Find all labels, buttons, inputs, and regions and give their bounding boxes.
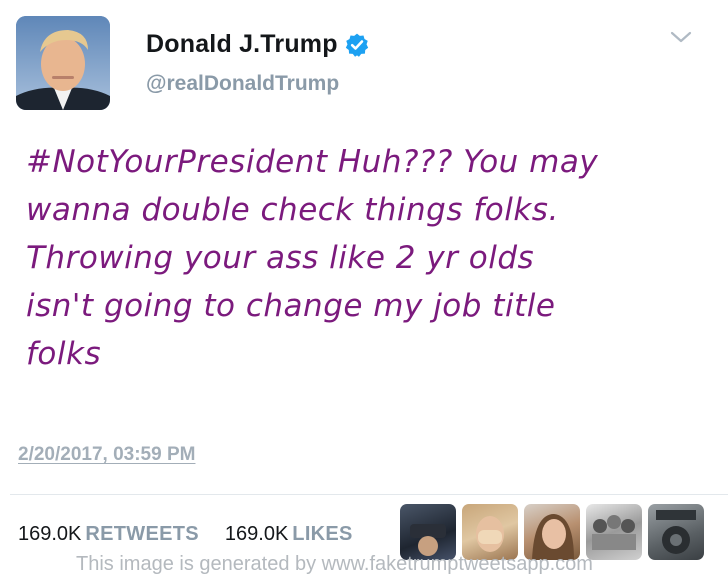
author-display-name[interactable]: Donald J.Trump [146,30,338,59]
tweet-timestamp[interactable]: 2/20/2017, 03:59 PM [18,444,195,466]
likes-stat[interactable]: 169.0K LIKES [225,523,353,546]
verified-badge-icon [345,33,368,57]
liker-avatar-3[interactable] [524,504,580,560]
likes-count: 169.0K [224,523,289,545]
divider [10,494,728,495]
retweets-label: RETWEETS [85,523,199,545]
liker-avatar-2[interactable] [462,504,518,560]
likes-label: LIKES [292,523,353,545]
liker-avatar-1[interactable] [400,504,456,560]
chevron-down-icon[interactable] [668,28,694,46]
profile-photo [16,16,110,110]
watermark: This image is generated by www.faketrump… [76,553,593,575]
engagement-stats: 169.0K RETWEETS 169.0K LIKES [18,523,379,546]
author-name-row: Donald J.Trump [146,30,370,59]
author-avatar[interactable] [16,16,110,110]
liker-avatars [400,504,710,560]
author-handle[interactable]: @realDonaldTrump [146,72,339,96]
retweets-count: 169.0K [18,523,82,545]
retweets-stat[interactable]: 169.0K RETWEETS [18,523,199,546]
liker-avatar-4[interactable] [586,504,642,560]
tweet-text: #NotYourPresident Huh??? You may wanna d… [26,144,599,372]
liker-avatar-5[interactable] [648,504,704,560]
